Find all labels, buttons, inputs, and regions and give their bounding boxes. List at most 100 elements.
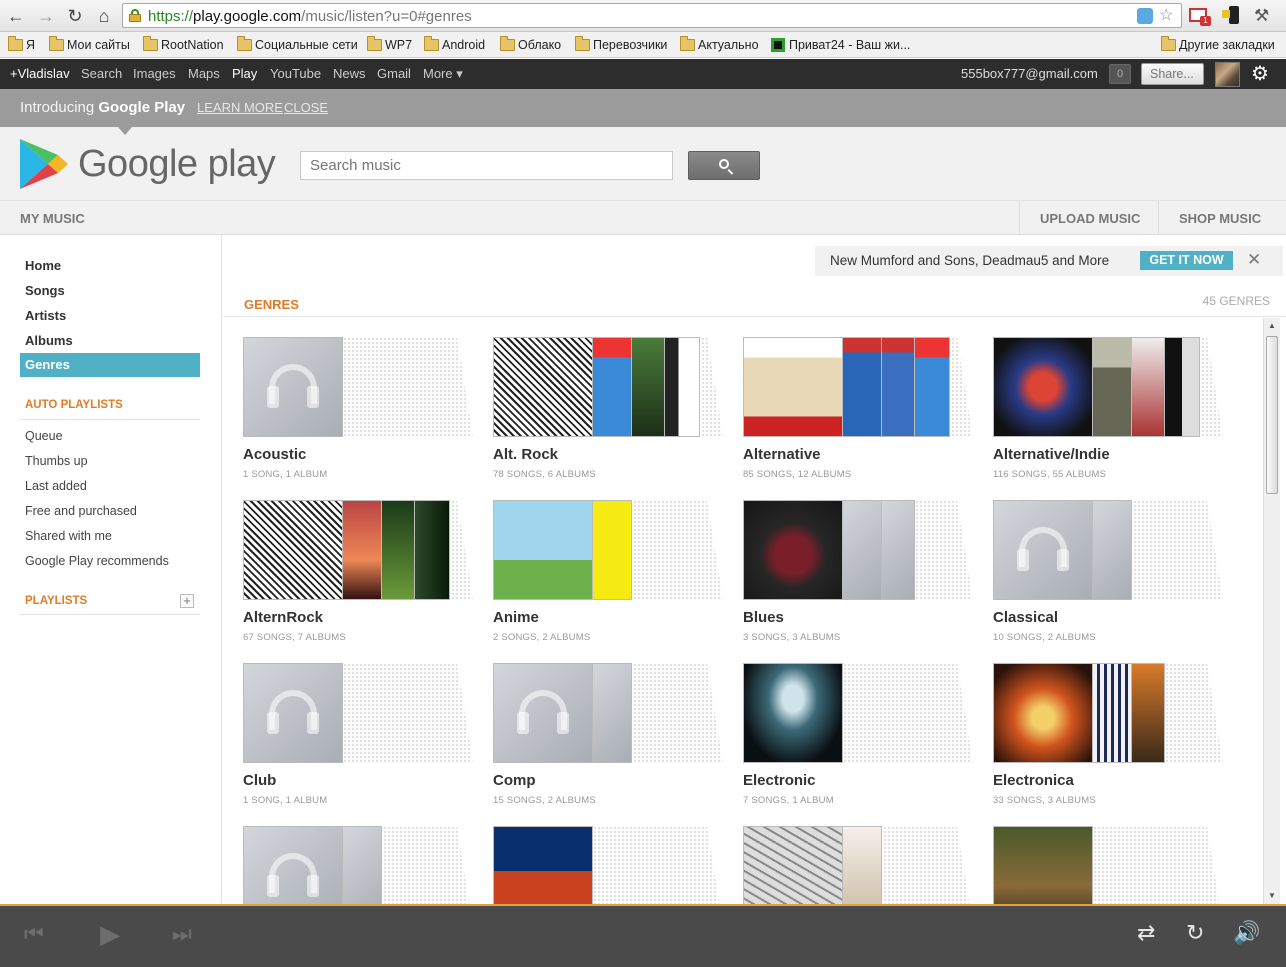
reload-icon[interactable]: ↻ — [63, 4, 87, 28]
sidebar-item-home[interactable]: Home — [25, 258, 61, 273]
genre-tile[interactable] — [743, 826, 973, 905]
sidebar-item-last-added[interactable]: Last added — [25, 479, 87, 493]
album-cover — [743, 337, 843, 437]
account-email[interactable]: 555box777@gmail.com — [961, 66, 1098, 81]
genre-tile-electronica[interactable]: Electronica 33 SONGS, 3 ALBUMS — [993, 663, 1223, 826]
scroll-up-icon[interactable]: ▲ — [1268, 321, 1276, 330]
gbar-link-play[interactable]: Play — [232, 66, 257, 81]
sidebar-item-thumbs-up[interactable]: Thumbs up — [25, 454, 88, 468]
gbar-link-news[interactable]: News — [333, 66, 366, 81]
sidebar-item-queue[interactable]: Queue — [25, 429, 63, 443]
gbar-link-more[interactable]: More ▾ — [423, 66, 463, 82]
learn-more-link[interactable]: LEARN MORE — [197, 100, 283, 115]
search-button[interactable] — [688, 151, 760, 180]
bookmark-folder[interactable]: Актуально — [678, 36, 759, 54]
bookmark-folder[interactable]: Мои сайты — [47, 36, 130, 54]
genre-tile-club[interactable]: Club 1 SONG, 1 ALBUM — [243, 663, 473, 826]
sidebar-item-recommends[interactable]: Google Play recommends — [25, 554, 169, 568]
genre-tile-electronic[interactable]: Electronic 7 SONGS, 1 ALBUM — [743, 663, 973, 826]
shuffle-icon[interactable]: ⇄ — [1137, 920, 1155, 946]
sidebar-item-shared[interactable]: Shared with me — [25, 529, 112, 543]
sidebar-item-albums[interactable]: Albums — [25, 333, 73, 348]
bookmark-folder[interactable]: Android — [422, 36, 485, 54]
home-icon[interactable]: ⌂ — [92, 4, 116, 28]
genre-name[interactable]: Acoustic — [243, 446, 306, 463]
sidebar: Home Songs Artists Albums Genres AUTO PL… — [0, 235, 222, 905]
genre-tile[interactable] — [993, 826, 1223, 905]
shop-music-button[interactable]: SHOP MUSIC — [1179, 211, 1261, 226]
genre-tile-anime[interactable]: Anime 2 SONGS, 2 ALBUMS — [493, 500, 723, 663]
star-icon[interactable]: ☆ — [1159, 8, 1175, 24]
genre-name[interactable]: Alternative/Indie — [993, 446, 1110, 463]
bookmark-folder[interactable]: Социальные сети — [235, 36, 358, 54]
sidebar-item-genres[interactable]: Genres — [20, 353, 200, 377]
gbar-link-gmail[interactable]: Gmail — [377, 66, 411, 81]
phone-extension-icon[interactable] — [1222, 6, 1242, 26]
get-it-now-button[interactable]: GET IT NOW — [1140, 251, 1233, 270]
sidebar-item-free-purchased[interactable]: Free and purchased — [25, 504, 137, 518]
folder-icon — [575, 36, 590, 51]
forward-icon[interactable]: → — [34, 4, 58, 28]
genre-name[interactable]: AlternRock — [243, 609, 323, 626]
repeat-icon[interactable]: ↻ — [1186, 920, 1204, 946]
genre-name[interactable]: Blues — [743, 609, 784, 626]
sidebar-item-songs[interactable]: Songs — [25, 283, 65, 298]
back-icon[interactable]: ← — [4, 4, 28, 28]
close-icon[interactable]: ✕ — [1247, 250, 1261, 270]
bookmark-folder[interactable]: RootNation — [141, 36, 224, 54]
play-icon[interactable]: ▶ — [100, 921, 120, 947]
genre-tile-blues[interactable]: Blues 3 SONGS, 3 ALBUMS — [743, 500, 973, 663]
genre-tile-classical[interactable]: Classical 10 SONGS, 2 ALBUMS — [993, 500, 1223, 663]
genre-tile-alternative-indie[interactable]: Alternative/Indie 116 SONGS, 55 ALBUMS — [993, 337, 1223, 500]
scroll-thumb[interactable] — [1266, 336, 1278, 494]
volume-icon[interactable]: 🔊 — [1233, 920, 1260, 946]
scrollbar[interactable]: ▲ ▼ — [1263, 318, 1280, 904]
genre-tile-comp[interactable]: Comp 15 SONGS, 2 ALBUMS — [493, 663, 723, 826]
bookmark-privat24[interactable]: Приват24 - Ваш жи... — [769, 36, 910, 54]
bookmark-folder[interactable]: Перевозчики — [573, 36, 667, 54]
genre-name[interactable]: Club — [243, 772, 276, 789]
bookmark-folder[interactable]: Облако — [498, 36, 561, 54]
notification-count[interactable]: 0 — [1109, 64, 1131, 84]
wrench-icon[interactable]: ⚒ — [1254, 6, 1274, 26]
share-button[interactable]: Share... — [1141, 63, 1204, 85]
previous-icon[interactable]: ⏮ — [24, 921, 44, 947]
genre-tile[interactable] — [493, 826, 723, 905]
genre-name[interactable]: Electronic — [743, 772, 816, 789]
add-playlist-button[interactable]: + — [180, 594, 194, 608]
genre-name[interactable]: Anime — [493, 609, 539, 626]
scroll-down-icon[interactable]: ▼ — [1268, 891, 1276, 900]
google-play-logo[interactable] — [18, 137, 70, 191]
genre-name[interactable]: Alternative — [743, 446, 821, 463]
gear-icon[interactable]: ⚙ — [1249, 63, 1271, 85]
genre-name[interactable]: Electronica — [993, 772, 1074, 789]
gmail-icon[interactable]: 1 — [1189, 6, 1211, 26]
logo-text[interactable]: Google play — [78, 143, 276, 186]
twitter-extension-icon[interactable] — [1137, 8, 1153, 24]
upload-music-button[interactable]: UPLOAD MUSIC — [1040, 211, 1140, 226]
genre-tile-acoustic[interactable]: Acoustic 1 SONG, 1 ALBUM — [243, 337, 473, 500]
genre-name[interactable]: Comp — [493, 772, 536, 789]
tab-my-music[interactable]: MY MUSIC — [20, 211, 85, 226]
genre-tile-alternrock[interactable]: AlternRock 67 SONGS, 7 ALBUMS — [243, 500, 473, 663]
bookmark-other[interactable]: Другие закладки — [1159, 36, 1275, 54]
gbar-link-images[interactable]: Images — [133, 66, 176, 81]
next-icon[interactable]: ⏭ — [172, 921, 192, 947]
address-bar[interactable]: https://play.google.com/music/listen?u=0… — [122, 3, 1182, 28]
gbar-link-maps[interactable]: Maps — [188, 66, 220, 81]
genre-tile[interactable] — [243, 826, 473, 905]
close-banner-link[interactable]: CLOSE — [284, 100, 328, 115]
genre-tile-alt-rock[interactable]: Alt. Rock 78 SONGS, 6 ALBUMS — [493, 337, 723, 500]
gbar-link-profile[interactable]: +Vladislav — [10, 66, 70, 81]
avatar[interactable] — [1215, 62, 1240, 87]
bookmark-folder[interactable]: Я — [6, 36, 35, 54]
bookmark-folder[interactable]: WP7 — [365, 36, 412, 54]
search-input[interactable] — [300, 151, 673, 180]
genre-tile-alternative[interactable]: Alternative 85 SONGS, 12 ALBUMS — [743, 337, 973, 500]
gbar-link-youtube[interactable]: YouTube — [270, 66, 321, 81]
sidebar-item-artists[interactable]: Artists — [25, 308, 66, 323]
folder-icon — [500, 36, 515, 51]
genre-name[interactable]: Alt. Rock — [493, 446, 558, 463]
genre-name[interactable]: Classical — [993, 609, 1058, 626]
gbar-link-search[interactable]: Search — [81, 66, 122, 81]
